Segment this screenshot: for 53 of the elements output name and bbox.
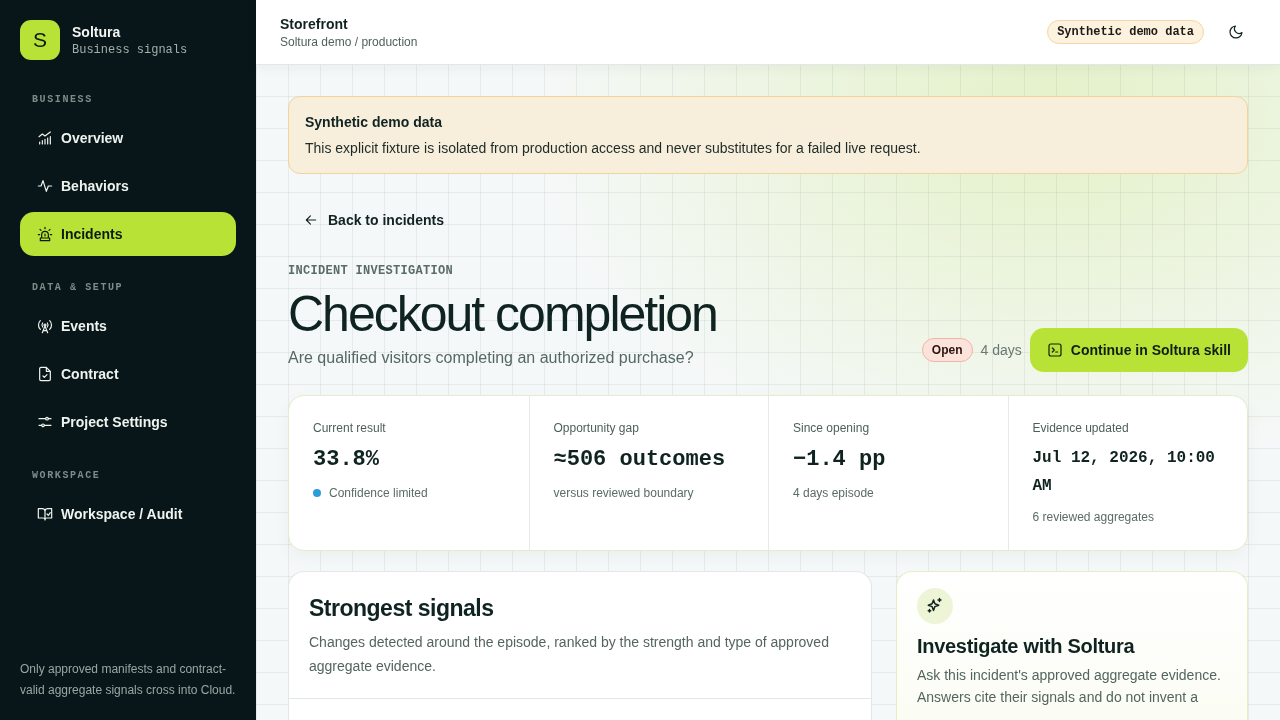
siren-icon bbox=[37, 226, 53, 242]
document-icon bbox=[37, 366, 53, 382]
terminal-icon bbox=[1046, 342, 1063, 358]
sparkle-icon bbox=[917, 588, 953, 624]
notice-text: This explicit fixture is isolated from production access and never substitutes for a failed live request. bbox=[305, 139, 922, 158]
metric-label: Since opening bbox=[793, 420, 871, 436]
nav-item[interactable]: Contract bbox=[20, 352, 236, 396]
nav-item[interactable]: Workspace / Audit bbox=[20, 492, 236, 536]
book-icon bbox=[37, 506, 53, 522]
section-label: DATA & SETUP bbox=[31, 281, 125, 295]
eyebrow-label: INCIDENT INVESTIGATION bbox=[288, 264, 455, 278]
workspace-title: Storefront bbox=[280, 15, 349, 34]
workspace-subtitle: Soltura demo / production bbox=[280, 34, 418, 50]
metric-label: Evidence updated bbox=[1032, 420, 1130, 436]
section-label: WORKSPACE bbox=[31, 469, 102, 483]
nav-item[interactable]: Overview bbox=[20, 116, 236, 160]
nav-item[interactable]: Events bbox=[20, 304, 236, 348]
back-link[interactable]: Back to incidents bbox=[288, 202, 460, 238]
brand-tagline: Business signals bbox=[72, 41, 188, 58]
demo-data-badge: Synthetic demo data bbox=[1047, 20, 1204, 44]
card-description: Ask this incident's approved aggregate evidence. Answers cite their signals and do not invent a bbox=[917, 666, 1222, 707]
metric-note: versus reviewed boundary bbox=[553, 485, 694, 502]
brand-name: Soltura bbox=[72, 22, 122, 41]
sidebar-footnote: Only approved manifests and contract-valid aggregate signals cross into Cloud. bbox=[20, 661, 237, 699]
moon-icon bbox=[1228, 24, 1244, 40]
duration-label: 4 days bbox=[980, 342, 1022, 358]
metric-value: 33.8% bbox=[313, 446, 380, 474]
metric-value: Jul 12, 2026, 10:00 AM bbox=[1032, 448, 1216, 497]
notice-title: Synthetic demo data bbox=[305, 113, 443, 132]
status-badge: Open bbox=[921, 338, 973, 362]
nav-item[interactable]: Behaviors bbox=[20, 164, 236, 208]
card-title: Investigate with Soltura bbox=[917, 634, 1135, 659]
metric-note: Confidence limited bbox=[329, 485, 428, 502]
arrow-left-icon bbox=[304, 213, 318, 227]
nav-item[interactable]: Project Settings bbox=[20, 400, 236, 444]
sliders-icon bbox=[37, 414, 53, 430]
metric-note: 4 days episode bbox=[793, 485, 874, 502]
continue-button[interactable]: Continue in Soltura skill bbox=[1029, 328, 1248, 372]
metric-value: ≈506 outcomes bbox=[553, 446, 727, 474]
page-subtitle: Are qualified visitors completing an authorized purchase? bbox=[288, 348, 695, 368]
pulse-icon bbox=[37, 178, 53, 194]
metric-label: Opportunity gap bbox=[553, 420, 640, 436]
metric-value: −1.4 pp bbox=[793, 446, 887, 474]
bar-chart-icon bbox=[37, 130, 53, 146]
metric-label: Current result bbox=[313, 420, 387, 436]
metric-note: 6 reviewed aggregates bbox=[1032, 509, 1154, 526]
section-label: BUSINESS bbox=[31, 93, 94, 107]
antenna-icon bbox=[37, 318, 53, 334]
logo-mark: S bbox=[20, 20, 60, 60]
card-title: Strongest signals bbox=[309, 594, 495, 623]
card-description: Changes detected around the episode, ranked by the strength and type of approved aggregate evidence. bbox=[309, 633, 830, 676]
page-title: Checkout completion bbox=[288, 286, 717, 342]
nav-item[interactable]: Incidents bbox=[20, 212, 236, 256]
